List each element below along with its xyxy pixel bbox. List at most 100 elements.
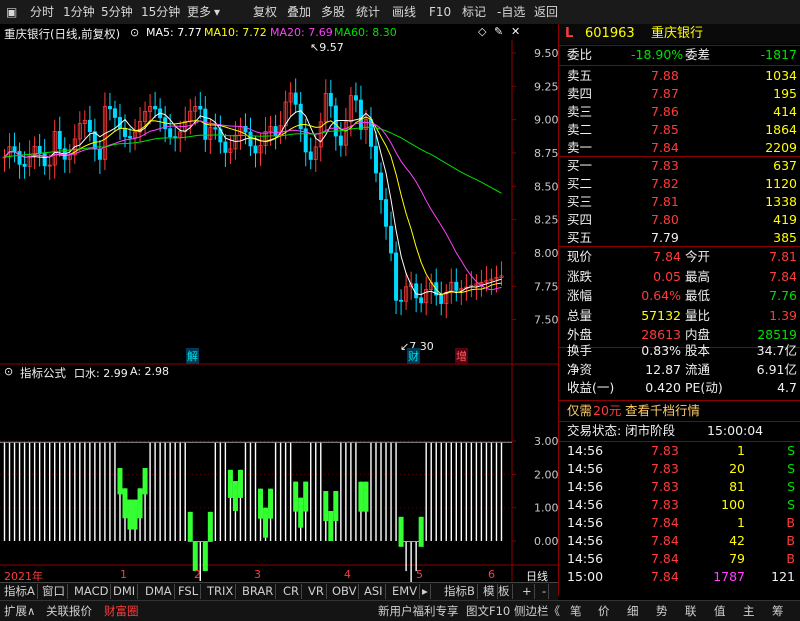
tab-window[interactable]: 窗口 <box>40 584 68 599</box>
related-quotes-button[interactable]: 关联报价 <box>46 603 92 619</box>
tick-time: 14:56 <box>567 515 604 530</box>
indicator-fill <box>303 481 309 512</box>
candle-body <box>12 146 17 152</box>
stat-value: 0.64% <box>641 288 681 303</box>
candle-body <box>338 135 343 146</box>
chevron-down-icon[interactable]: ▾ <box>214 4 220 20</box>
duogu-button[interactable]: 多股 <box>321 4 345 20</box>
f10-graphic-button[interactable]: 图文F10 <box>466 603 510 619</box>
tick-time: 15:00 <box>567 569 604 584</box>
tick-volume: 20 <box>729 461 745 476</box>
close-icon[interactable]: ✕ <box>511 25 520 38</box>
indicator-fill <box>328 511 334 541</box>
indicator-fill <box>202 541 208 571</box>
tab-asi[interactable]: ASI <box>362 584 386 599</box>
stat2-row: 净资 12.87 流通 6.91亿 <box>559 361 800 379</box>
tab-15min[interactable]: 15分钟 <box>141 4 180 20</box>
tongji-button[interactable]: 统计 <box>356 4 380 20</box>
kline-chart[interactable]: 9.50 9.25 9.00 8.75 8.50 8.25 8.00 7.75 7.50 3.00… <box>0 24 558 582</box>
settings-icon[interactable]: ✎ <box>494 25 503 38</box>
f10-button[interactable]: F10 <box>429 4 451 20</box>
diamond-icon[interactable]: ◇ <box>478 25 486 38</box>
tab-zhu[interactable]: 主 <box>743 603 755 619</box>
tab-cr[interactable]: CR <box>281 584 303 599</box>
tick-time: 14:56 <box>567 497 604 512</box>
date-label-3: 3 <box>254 568 261 581</box>
marker-cai[interactable]: 财 <box>407 348 420 364</box>
tick-row: 14:56 7.84 79 B <box>559 550 800 568</box>
marker-zeng[interactable]: 增 <box>455 348 468 364</box>
tab-ban[interactable]: 板 <box>496 584 513 599</box>
indicator-fill <box>293 481 299 512</box>
ma10-label: MA10: 7.72 <box>204 26 267 39</box>
stat-value: 6.91亿 <box>756 361 797 377</box>
tab-plus[interactable]: + <box>520 584 535 599</box>
order-price: 7.88 <box>651 68 679 83</box>
chart-title: 重庆银行(日线,前复权) <box>4 27 121 41</box>
tick-time: 14:56 <box>567 443 604 458</box>
wealth-circle-button[interactable]: 财富圈 <box>104 603 139 619</box>
tab-indicator-b[interactable]: 指标B <box>442 584 478 599</box>
tab-dmi[interactable]: DMI <box>111 584 139 599</box>
tab-macd[interactable]: MACD <box>72 584 112 599</box>
tab-jia[interactable]: 价 <box>598 603 610 619</box>
candle-body <box>379 172 384 201</box>
stat-label: 净资 <box>567 361 593 377</box>
tab-shi[interactable]: 势 <box>656 603 668 619</box>
price-tick-label: 9.50 <box>534 47 558 60</box>
candle-body <box>373 145 378 174</box>
indicator-tabs-bar: 指标A 窗口 MACD DMI DMA FSL TRIX BRAR CR VR … <box>0 582 558 600</box>
toolbar-icon[interactable]: ▣ <box>6 4 17 20</box>
tab-obv[interactable]: OBV <box>330 584 360 599</box>
fuquan-button[interactable]: 复权 <box>253 4 277 20</box>
tab-fenshi[interactable]: 分时 <box>30 4 54 20</box>
sidebar-button[interactable]: 侧边栏《 <box>514 603 560 619</box>
trade-state-row: 交易状态: 闭市阶段 15:00:04 <box>567 423 764 438</box>
tick-price: 7.84 <box>651 533 679 548</box>
top-toolbar: ▣ 分时 1分钟 5分钟 15分钟 更多 ▾ 复权 叠加 多股 统计 画线 F1… <box>0 0 800 25</box>
tab-chou[interactable]: 筹 <box>772 603 784 619</box>
tab-arrow[interactable]: ▸ <box>420 584 431 599</box>
tab-5min[interactable]: 5分钟 <box>101 4 133 20</box>
tab-vr[interactable]: VR <box>306 584 327 599</box>
candle-body <box>328 92 333 107</box>
zixuan-button[interactable]: -自选 <box>497 4 525 20</box>
candle-body <box>97 148 102 160</box>
order-price: 7.86 <box>651 104 679 119</box>
indicator-settings-icon[interactable]: ⊙ <box>4 365 13 378</box>
stat-value: 7.76 <box>769 288 797 303</box>
tab-lian[interactable]: 联 <box>685 603 697 619</box>
new-user-promo[interactable]: 新用户福利专享 <box>378 603 459 619</box>
expand-button[interactable]: 扩展∧ <box>4 603 35 619</box>
huaxian-button[interactable]: 画线 <box>392 4 416 20</box>
tab-indicator-a[interactable]: 指标A <box>2 584 38 599</box>
promo-row[interactable]: 仅需 20元 查看千档行情 <box>559 402 800 420</box>
tick-price: 7.84 <box>651 569 679 584</box>
tab-dma[interactable]: DMA <box>143 584 175 599</box>
diejia-button[interactable]: 叠加 <box>287 4 311 20</box>
indicator-fill <box>132 499 138 530</box>
price-tick-label: 8.25 <box>534 214 558 227</box>
stock-name: 重庆银行 <box>651 26 704 41</box>
candle-body <box>112 108 117 118</box>
tab-fsl[interactable]: FSL <box>176 584 202 599</box>
tab-zhi[interactable]: 值 <box>714 603 726 619</box>
ma-settings-icon[interactable]: ⊙ <box>130 26 139 39</box>
tab-brar[interactable]: BRAR <box>240 584 277 599</box>
tab-xi[interactable]: 细 <box>627 603 639 619</box>
tab-minus[interactable]: - <box>540 584 550 599</box>
order-label: 卖二 <box>567 122 593 137</box>
tab-emv[interactable]: EMV <box>390 584 421 599</box>
biaoji-button[interactable]: 标记 <box>462 4 486 20</box>
indicator-fill <box>127 499 133 530</box>
tick-volume: 81 <box>729 479 745 494</box>
candle-body <box>87 119 92 133</box>
tab-1min[interactable]: 1分钟 <box>63 4 95 20</box>
order-price: 7.85 <box>651 122 679 137</box>
sell-row: 卖三 7.86 414 <box>559 103 800 121</box>
marker-jie[interactable]: 解 <box>186 348 199 364</box>
tab-trix[interactable]: TRIX <box>205 584 237 599</box>
back-button[interactable]: 返回 <box>534 4 558 20</box>
tab-bi[interactable]: 笔 <box>570 603 582 619</box>
tab-more[interactable]: 更多 <box>187 4 211 20</box>
